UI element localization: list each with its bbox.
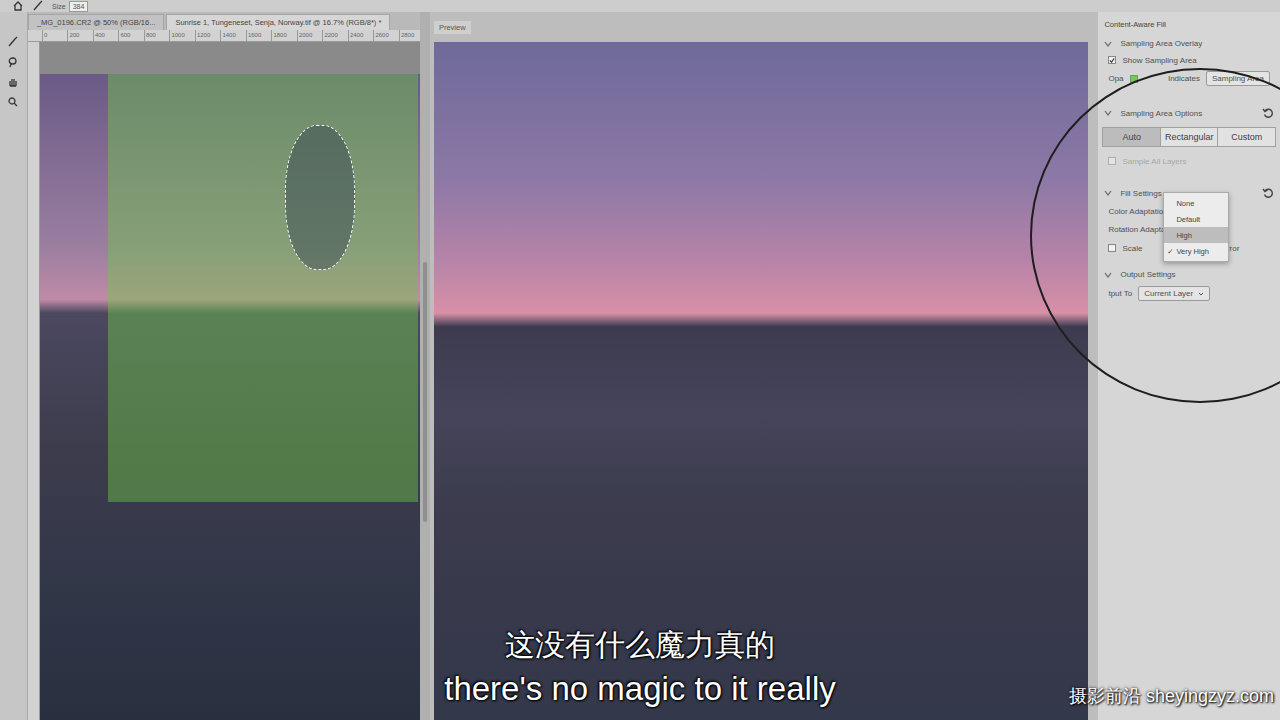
ruler-tick: 0 bbox=[42, 30, 68, 41]
options-bar: Size384 bbox=[0, 0, 1280, 12]
ruler-tick: 600 bbox=[118, 30, 144, 41]
section-header[interactable]: Output Settings bbox=[1098, 266, 1280, 283]
sample-all-layers-checkbox bbox=[1108, 157, 1116, 165]
sampling-mode-button[interactable]: Custom bbox=[1218, 128, 1275, 146]
menu-item[interactable]: None bbox=[1164, 195, 1228, 211]
caret-icon bbox=[1198, 291, 1204, 297]
ruler-tick: 1400 bbox=[220, 30, 246, 41]
lasso-icon[interactable] bbox=[7, 56, 19, 68]
brush-tool-icon[interactable] bbox=[7, 36, 19, 48]
canvas-photo[interactable] bbox=[40, 42, 420, 720]
sampling-area-overlay bbox=[108, 74, 418, 502]
ruler-tick: 1800 bbox=[271, 30, 297, 41]
preview-photo bbox=[434, 42, 1089, 720]
chevron-icon[interactable] bbox=[1104, 109, 1112, 117]
magnifier-circle bbox=[1030, 68, 1280, 403]
ruler-tick: 1600 bbox=[246, 30, 272, 41]
scroll-thumb[interactable] bbox=[423, 262, 427, 522]
overlay-options-row: OpaIndicatesSampling Area bbox=[1098, 68, 1280, 89]
menu-item[interactable]: Default bbox=[1164, 211, 1228, 227]
section-header[interactable]: Sampling Area Overlay bbox=[1098, 35, 1280, 52]
show-sampling-checkbox[interactable] bbox=[1108, 56, 1116, 64]
brush-icon[interactable] bbox=[32, 0, 44, 12]
photoshop-window: Size384_MG_0196.CR2 @ 50% (RGB/16...Sunr… bbox=[0, 0, 1280, 720]
show-sampling-row[interactable]: Show Sampling Area bbox=[1098, 52, 1280, 68]
sampling-mode-button[interactable]: Rectangular bbox=[1161, 128, 1219, 146]
subtitle-english: there's no magic to it really bbox=[444, 670, 835, 708]
ruler-tick: 2600 bbox=[373, 30, 399, 41]
indicates-select[interactable]: Sampling Area bbox=[1206, 71, 1270, 86]
ruler-tick: 2400 bbox=[348, 30, 374, 41]
home-icon[interactable] bbox=[12, 0, 24, 12]
sample-all-layers-row: Sample All Layers bbox=[1098, 153, 1280, 169]
menu-item[interactable]: ✓Very High bbox=[1164, 243, 1228, 259]
document-area: _MG_0196.CR2 @ 50% (RGB/16...Sunrise 1, … bbox=[28, 12, 420, 720]
size-field[interactable]: Size384 bbox=[52, 1, 88, 12]
ruler-tick: 1200 bbox=[195, 30, 221, 41]
menu-item[interactable]: High bbox=[1164, 227, 1228, 243]
horizontal-ruler: 0200400600800100012001400160018002000220… bbox=[28, 30, 420, 42]
ruler-tick: 2000 bbox=[297, 30, 323, 41]
ruler-tick: 1000 bbox=[169, 30, 195, 41]
section-header[interactable]: Sampling Area Options bbox=[1098, 103, 1280, 123]
sampling-mode-button[interactable]: Auto bbox=[1103, 128, 1161, 146]
document-tabs: _MG_0196.CR2 @ 50% (RGB/16...Sunrise 1, … bbox=[28, 12, 420, 30]
ruler-tick: 2800 bbox=[399, 30, 420, 41]
preview-area: Preview bbox=[430, 12, 1089, 720]
check-icon bbox=[1109, 57, 1115, 64]
hand-icon[interactable] bbox=[7, 76, 19, 88]
reset-icon[interactable] bbox=[1262, 107, 1274, 119]
chevron-icon[interactable] bbox=[1104, 189, 1112, 197]
sampling-mode-control: AutoRectangularCustom bbox=[1102, 127, 1276, 147]
document-tab[interactable]: Sunrise 1, Tungeneset, Senja, Norway.tif… bbox=[166, 14, 390, 30]
ruler-tick: 400 bbox=[93, 30, 119, 41]
ruler-tick: 800 bbox=[144, 30, 170, 41]
vertical-ruler bbox=[28, 42, 40, 720]
content-aware-fill-panel: Content-Aware FillSampling Area OverlayS… bbox=[1098, 12, 1280, 720]
watermark: 摄影前沿 sheyingzyz.com bbox=[1069, 684, 1274, 708]
overlay-color-swatch[interactable] bbox=[1130, 75, 1138, 83]
chevron-icon[interactable] bbox=[1104, 271, 1112, 279]
document-tab[interactable]: _MG_0196.CR2 @ 50% (RGB/16... bbox=[28, 14, 165, 30]
zoom-icon[interactable] bbox=[7, 96, 19, 108]
scale-checkbox[interactable] bbox=[1108, 244, 1116, 252]
color-adaptation-menu: NoneDefaultHigh✓Very High bbox=[1163, 192, 1229, 262]
toolbar bbox=[0, 12, 28, 720]
panel-title: Content-Aware Fill bbox=[1098, 18, 1280, 35]
subtitle-chinese: 这没有什么魔力真的 bbox=[505, 628, 775, 663]
ruler-tick: 200 bbox=[67, 30, 93, 41]
selection-outline bbox=[285, 125, 355, 270]
preview-label: Preview bbox=[434, 21, 471, 34]
ruler-tick: 2200 bbox=[322, 30, 348, 41]
output-to-row: tput ToCurrent Layer bbox=[1098, 283, 1280, 304]
reset-icon[interactable] bbox=[1262, 187, 1274, 199]
output-to-select[interactable]: Current Layer bbox=[1138, 286, 1210, 301]
chevron-icon[interactable] bbox=[1104, 40, 1112, 48]
scrollbar[interactable] bbox=[420, 12, 430, 720]
